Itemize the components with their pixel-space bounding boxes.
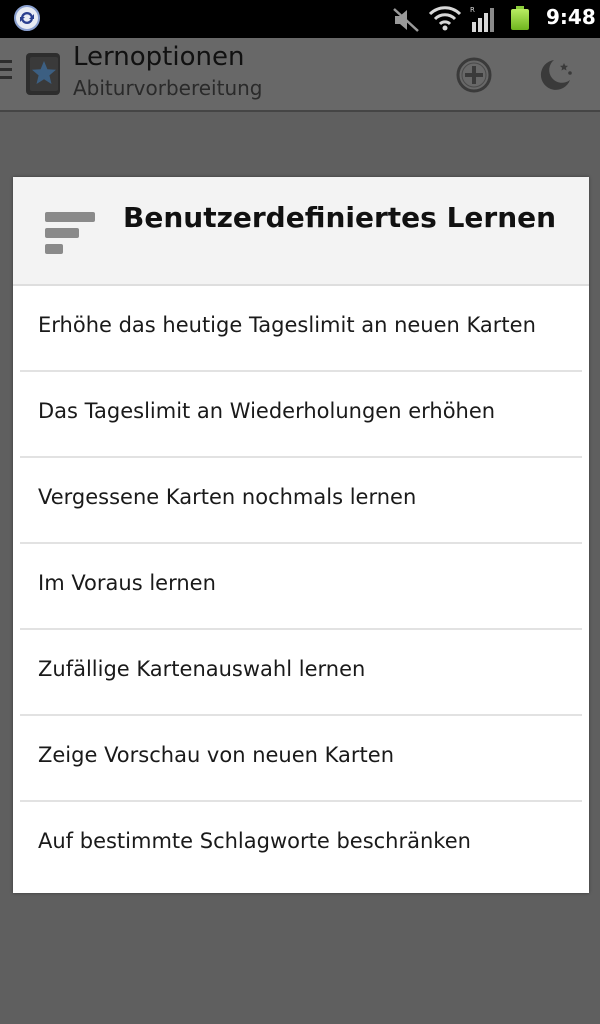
option-label: Das Tageslimit an Wiederholungen erhöhen <box>38 399 496 423</box>
option-limit-tags[interactable]: Auf bestimmte Schlagworte beschränken <box>20 802 582 886</box>
dialog-title: Benutzerdefiniertes Lernen <box>123 201 557 234</box>
option-random-selection[interactable]: Zufällige Kartenauswahl lernen <box>20 630 582 716</box>
option-study-ahead[interactable]: Im Voraus lernen <box>20 544 582 630</box>
add-icon[interactable] <box>455 56 493 94</box>
signal-icon: R <box>470 6 494 32</box>
wifi-icon <box>428 6 462 31</box>
svg-text:R: R <box>470 6 475 14</box>
option-label: Auf bestimmte Schlagworte beschränken <box>38 829 471 853</box>
option-preview-new[interactable]: Zeige Vorschau von neuen Karten <box>20 716 582 802</box>
option-label: Zufällige Kartenauswahl lernen <box>38 657 366 681</box>
mute-icon <box>393 8 419 32</box>
custom-study-dialog: Benutzerdefiniertes Lernen Erhöhe das he… <box>13 177 589 893</box>
menu-icon[interactable] <box>0 60 12 84</box>
status-bar: R 9:48 <box>0 0 600 38</box>
option-label: Erhöhe das heutige Tageslimit an neuen K… <box>38 313 536 337</box>
battery-icon <box>511 6 529 30</box>
dialog-options-list: Erhöhe das heutige Tageslimit an neuen K… <box>13 286 589 886</box>
dialog-header: Benutzerdefiniertes Lernen <box>13 177 589 286</box>
action-bar: Lernoptionen Abiturvorbereitung <box>0 38 600 112</box>
option-label: Im Voraus lernen <box>38 571 216 595</box>
action-bar-title: Lernoptionen <box>73 42 245 72</box>
status-time: 9:48 <box>546 5 596 29</box>
option-increase-new-limit[interactable]: Erhöhe das heutige Tageslimit an neuen K… <box>20 286 582 372</box>
action-bar-subtitle: Abiturvorbereitung <box>73 76 263 100</box>
custom-study-icon <box>45 212 95 254</box>
option-label: Vergessene Karten nochmals lernen <box>38 485 417 509</box>
app-logo[interactable] <box>24 51 62 97</box>
option-increase-review-limit[interactable]: Das Tageslimit an Wiederholungen erhöhen <box>20 372 582 458</box>
option-label: Zeige Vorschau von neuen Karten <box>38 743 395 767</box>
night-mode-icon[interactable] <box>536 55 576 95</box>
option-review-forgotten[interactable]: Vergessene Karten nochmals lernen <box>20 458 582 544</box>
sync-icon <box>14 5 40 31</box>
